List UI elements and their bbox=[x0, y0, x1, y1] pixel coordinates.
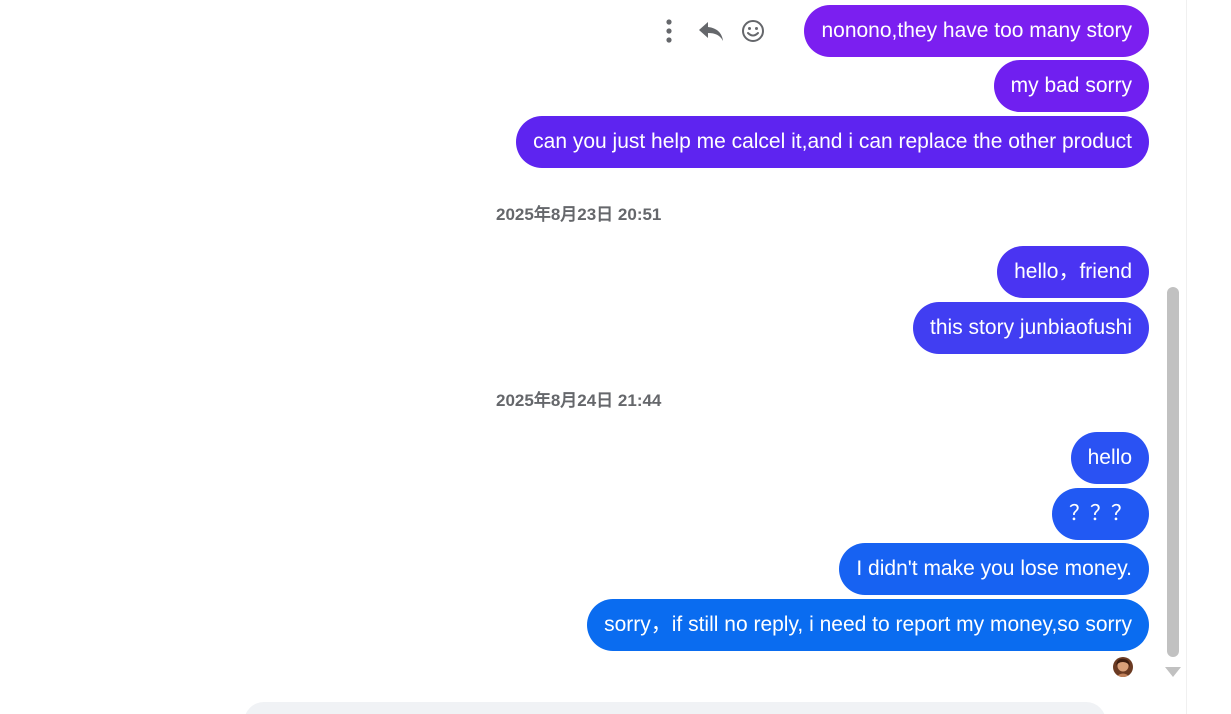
scroll-down-arrow-icon[interactable] bbox=[1165, 667, 1181, 677]
emoji-reaction-icon[interactable] bbox=[736, 14, 770, 48]
message-text: ？？？ bbox=[1069, 502, 1132, 525]
message-bubble[interactable]: hello，friend bbox=[997, 246, 1149, 298]
more-options-icon[interactable] bbox=[652, 14, 686, 48]
scrollbar-thumb[interactable] bbox=[1167, 287, 1179, 657]
message-composer[interactable] bbox=[244, 702, 1106, 714]
message-text: sorry，if still no reply, i need to repor… bbox=[604, 613, 1132, 636]
message-bubble[interactable]: can you just help me calcel it,and i can… bbox=[516, 116, 1149, 168]
chat-window: nonono,they have too many story my bad s… bbox=[0, 0, 1231, 714]
message-text: can you just help me calcel it,and i can… bbox=[533, 130, 1132, 153]
timestamp: 2025年8月23日 20:51 bbox=[496, 205, 662, 224]
message-actions bbox=[652, 14, 778, 48]
message-text: hello，friend bbox=[1014, 260, 1132, 283]
seen-avatar-icon bbox=[1113, 657, 1133, 677]
scrollbar-track[interactable] bbox=[1186, 0, 1231, 714]
message-bubble[interactable]: my bad sorry bbox=[993, 60, 1149, 112]
message-bubble[interactable]: sorry，if still no reply, i need to repor… bbox=[587, 599, 1149, 651]
message-bubble[interactable]: this story junbiaofushi bbox=[913, 302, 1149, 354]
message-text: I didn't make you lose money. bbox=[856, 557, 1132, 580]
message-text: this story junbiaofushi bbox=[930, 316, 1132, 339]
message-text: hello bbox=[1087, 446, 1132, 469]
message-text: my bad sorry bbox=[1010, 74, 1132, 97]
message-bubble[interactable]: ？？？ bbox=[1052, 488, 1149, 540]
message-bubble[interactable]: hello bbox=[1070, 432, 1149, 484]
message-text: nonono,they have too many story bbox=[821, 19, 1132, 42]
message-bubble[interactable]: nonono,they have too many story bbox=[804, 5, 1149, 57]
message-bubble[interactable]: I didn't make you lose money. bbox=[839, 543, 1149, 595]
timestamp: 2025年8月24日 21:44 bbox=[496, 391, 662, 410]
reply-icon[interactable] bbox=[694, 14, 728, 48]
